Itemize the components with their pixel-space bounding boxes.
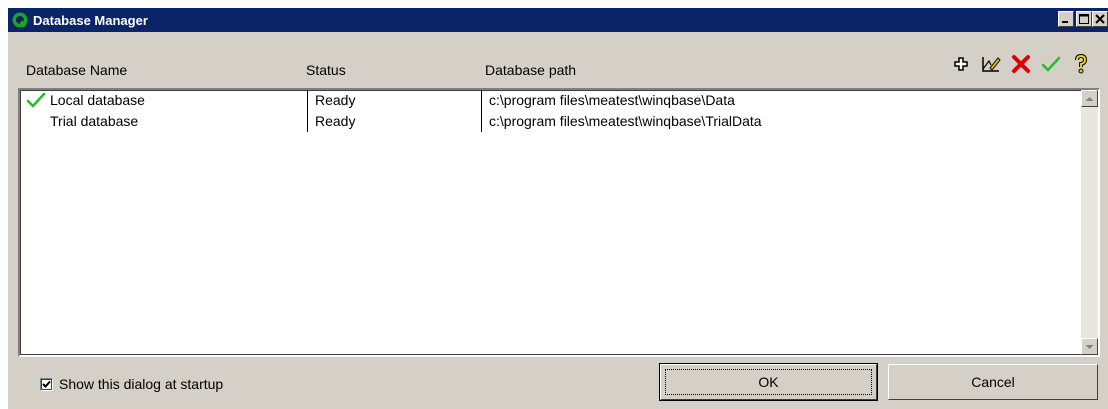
show-at-startup-option[interactable]: Show this dialog at startup xyxy=(40,376,223,392)
focus-rect xyxy=(665,369,872,395)
vertical-scrollbar[interactable] xyxy=(1081,90,1098,355)
add-icon xyxy=(954,57,968,71)
ok-button[interactable]: OK xyxy=(659,363,878,401)
scroll-down-button[interactable] xyxy=(1081,338,1098,355)
table-row[interactable]: Local database Ready c:\program files\me… xyxy=(20,90,1079,111)
title-buttons xyxy=(1056,11,1108,27)
title-bar[interactable]: Database Manager xyxy=(8,8,1108,32)
database-path-cell: c:\program files\meatest\winqbase\Data xyxy=(489,92,735,108)
chevron-up-icon xyxy=(1085,96,1094,101)
database-path-cell: c:\program files\meatest\winqbase\TrialD… xyxy=(489,113,762,129)
database-name-cell: Local database xyxy=(50,92,145,108)
scroll-up-button[interactable] xyxy=(1081,90,1098,107)
toolbar xyxy=(946,52,1096,76)
database-status-cell: Ready xyxy=(315,113,356,129)
show-at-startup-checkbox[interactable] xyxy=(40,377,53,391)
delete-database-button[interactable] xyxy=(1006,52,1036,76)
database-status-cell: Ready xyxy=(315,92,356,108)
database-list[interactable]: Local database Ready c:\program files\me… xyxy=(18,88,1100,357)
column-header-status[interactable]: Status xyxy=(306,62,346,78)
cancel-button-label: Cancel xyxy=(971,374,1015,390)
minimize-icon xyxy=(1062,21,1068,23)
help-icon xyxy=(1075,54,1088,74)
database-manager-window: Database Manager Database Name Status Da… xyxy=(8,8,1108,409)
database-rows: Local database Ready c:\program files\me… xyxy=(20,90,1079,355)
window-title: Database Manager xyxy=(33,12,148,28)
set-active-database-button[interactable] xyxy=(1036,52,1066,76)
edit-database-button[interactable] xyxy=(976,52,1006,76)
active-check-icon xyxy=(26,92,46,111)
maximize-icon xyxy=(1079,14,1089,24)
app-q-icon xyxy=(12,12,28,28)
edit-icon xyxy=(982,57,1001,72)
help-button[interactable] xyxy=(1066,52,1096,76)
maximize-button[interactable] xyxy=(1076,11,1092,27)
cancel-button[interactable]: Cancel xyxy=(888,364,1098,400)
show-at-startup-label: Show this dialog at startup xyxy=(59,376,224,392)
column-header-path[interactable]: Database path xyxy=(485,62,576,78)
minimize-button[interactable] xyxy=(1058,11,1074,27)
chevron-down-icon xyxy=(1085,344,1094,349)
close-button[interactable] xyxy=(1092,11,1108,27)
column-headers: Database Name Status Database path xyxy=(8,54,908,78)
column-header-name[interactable]: Database Name xyxy=(26,62,127,78)
delete-icon xyxy=(1012,55,1030,73)
checkmark-icon xyxy=(42,380,51,388)
set-active-icon xyxy=(1041,56,1061,72)
table-row[interactable]: Trial database Ready c:\program files\me… xyxy=(20,111,1079,132)
close-icon xyxy=(1095,14,1105,24)
add-database-button[interactable] xyxy=(946,52,976,76)
database-name-cell: Trial database xyxy=(50,113,139,129)
